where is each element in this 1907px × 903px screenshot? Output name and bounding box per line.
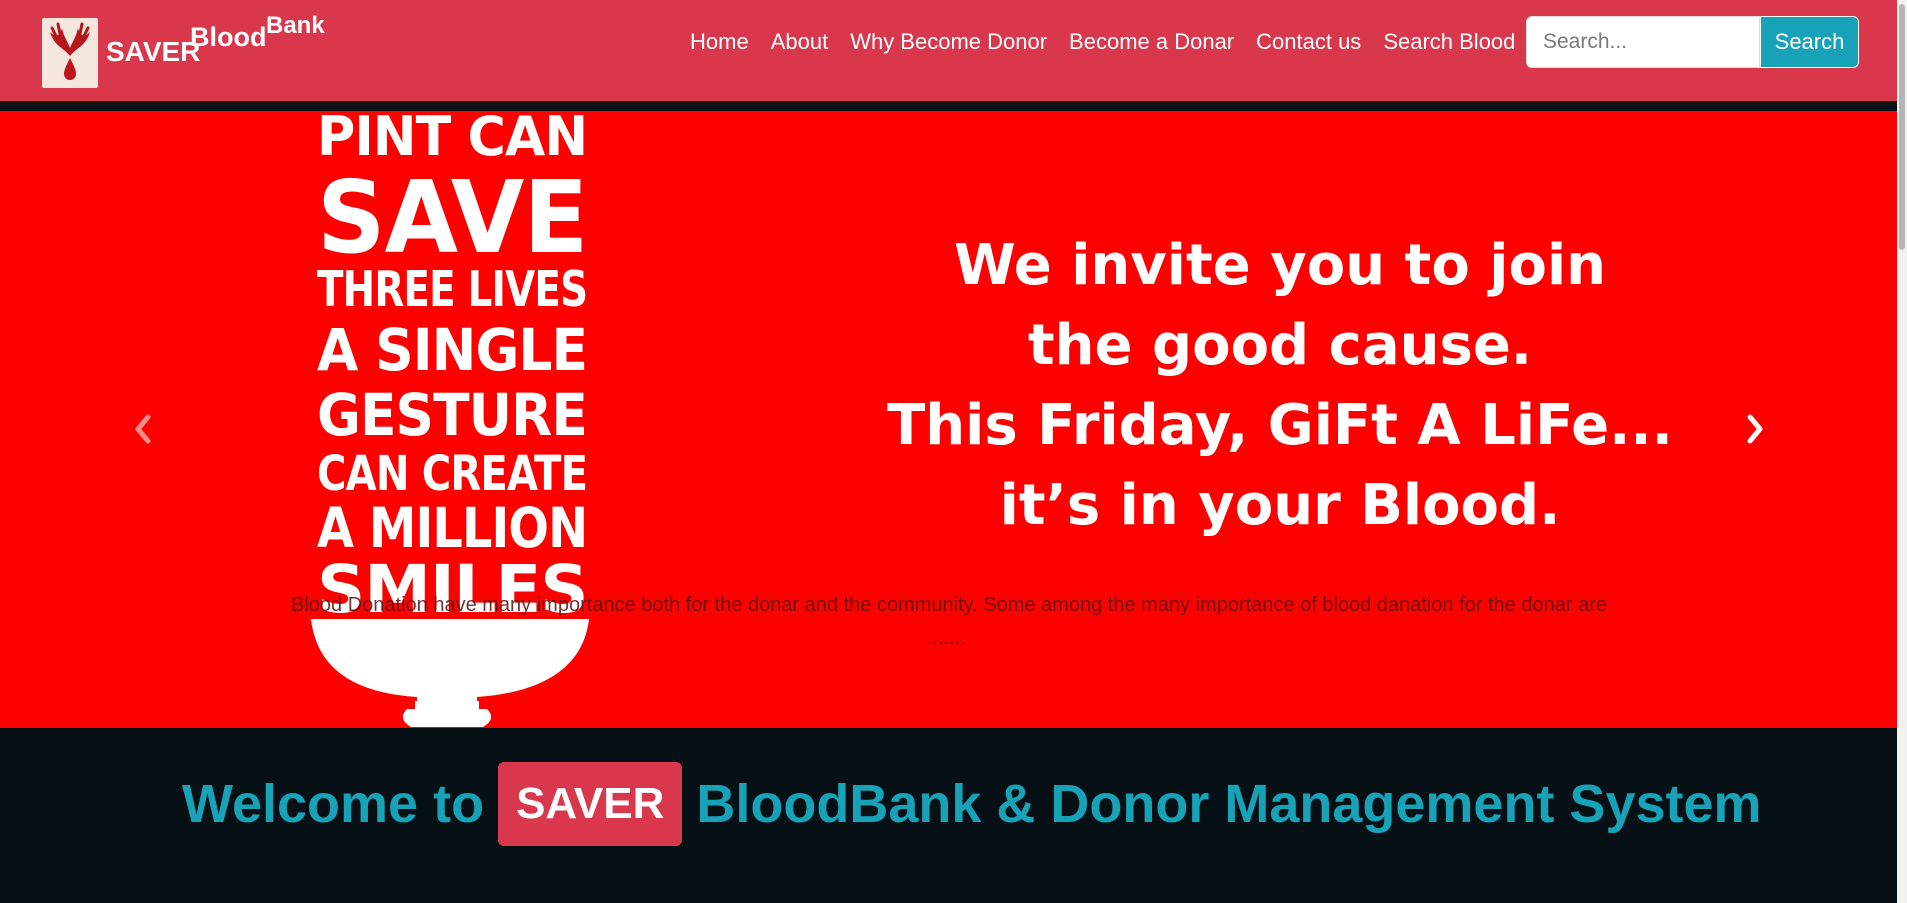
poster-right-line: it’s in your Blood. [999, 473, 1561, 538]
poster-line: A SINGLE [317, 316, 588, 384]
chevron-right-icon [1747, 414, 1763, 444]
nav-become-donar[interactable]: Become a Donar [1069, 29, 1234, 55]
poster-line: THREE LIVES [317, 261, 588, 318]
scrollbar-thumb[interactable] [1899, 4, 1905, 250]
search-form: Search [1526, 16, 1859, 68]
poster-line: GESTURE [317, 381, 588, 449]
nav-contact-us[interactable]: Contact us [1256, 29, 1361, 55]
brand[interactable]: SAVER Blood Bank [42, 12, 346, 88]
navbar: SAVER Blood Bank Home About Why Become D… [0, 0, 1897, 106]
nav-why-become-donor[interactable]: Why Become Donor [850, 29, 1047, 55]
brand-saver: SAVER [106, 36, 201, 67]
carousel-prev-button[interactable] [118, 399, 168, 459]
saver-badge: SAVER [498, 762, 683, 846]
nav-links: Home About Why Become Donor Become a Don… [690, 29, 1537, 55]
blood-drop-hands-icon [42, 18, 98, 88]
poster-right-line: the good cause. [1027, 313, 1533, 378]
welcome-heading: Welcome to SAVER BloodBank & Donor Manag… [182, 762, 1762, 846]
poster-line: CAN CREATE [317, 446, 588, 502]
brand-blood: Blood [190, 22, 267, 52]
chevron-left-icon [135, 414, 151, 444]
nav-about[interactable]: About [771, 29, 829, 55]
poster-line: SAVE [317, 159, 588, 276]
welcome-suffix: BloodBank & Donor Management System [696, 774, 1762, 834]
carousel-caption: Blood Donation have many importance both… [291, 594, 1607, 649]
poster-right-line: This Friday, GiFt A LiFe... [887, 393, 1673, 458]
hero-carousel: PINT CAN SAVE THREE LIVES A SINGLE GESTU… [0, 111, 1897, 728]
nav-home[interactable]: Home [690, 29, 749, 55]
brand-text: SAVER Blood Bank [106, 12, 346, 88]
welcome-section: Welcome to SAVER BloodBank & Donor Manag… [0, 728, 1897, 903]
search-input[interactable] [1526, 16, 1760, 68]
brand-bank: Bank [266, 12, 325, 39]
page-scrollbar[interactable] [1897, 0, 1907, 903]
nav-search-blood[interactable]: Search Blood [1383, 29, 1515, 55]
welcome-prefix: Welcome to [182, 774, 485, 834]
carousel-next-button[interactable] [1730, 399, 1780, 459]
poster-right-line: We invite you to join [953, 233, 1607, 298]
poster-right-text: We invite you to join the good cause. Th… [880, 226, 1680, 546]
search-button[interactable]: Search [1760, 16, 1859, 68]
